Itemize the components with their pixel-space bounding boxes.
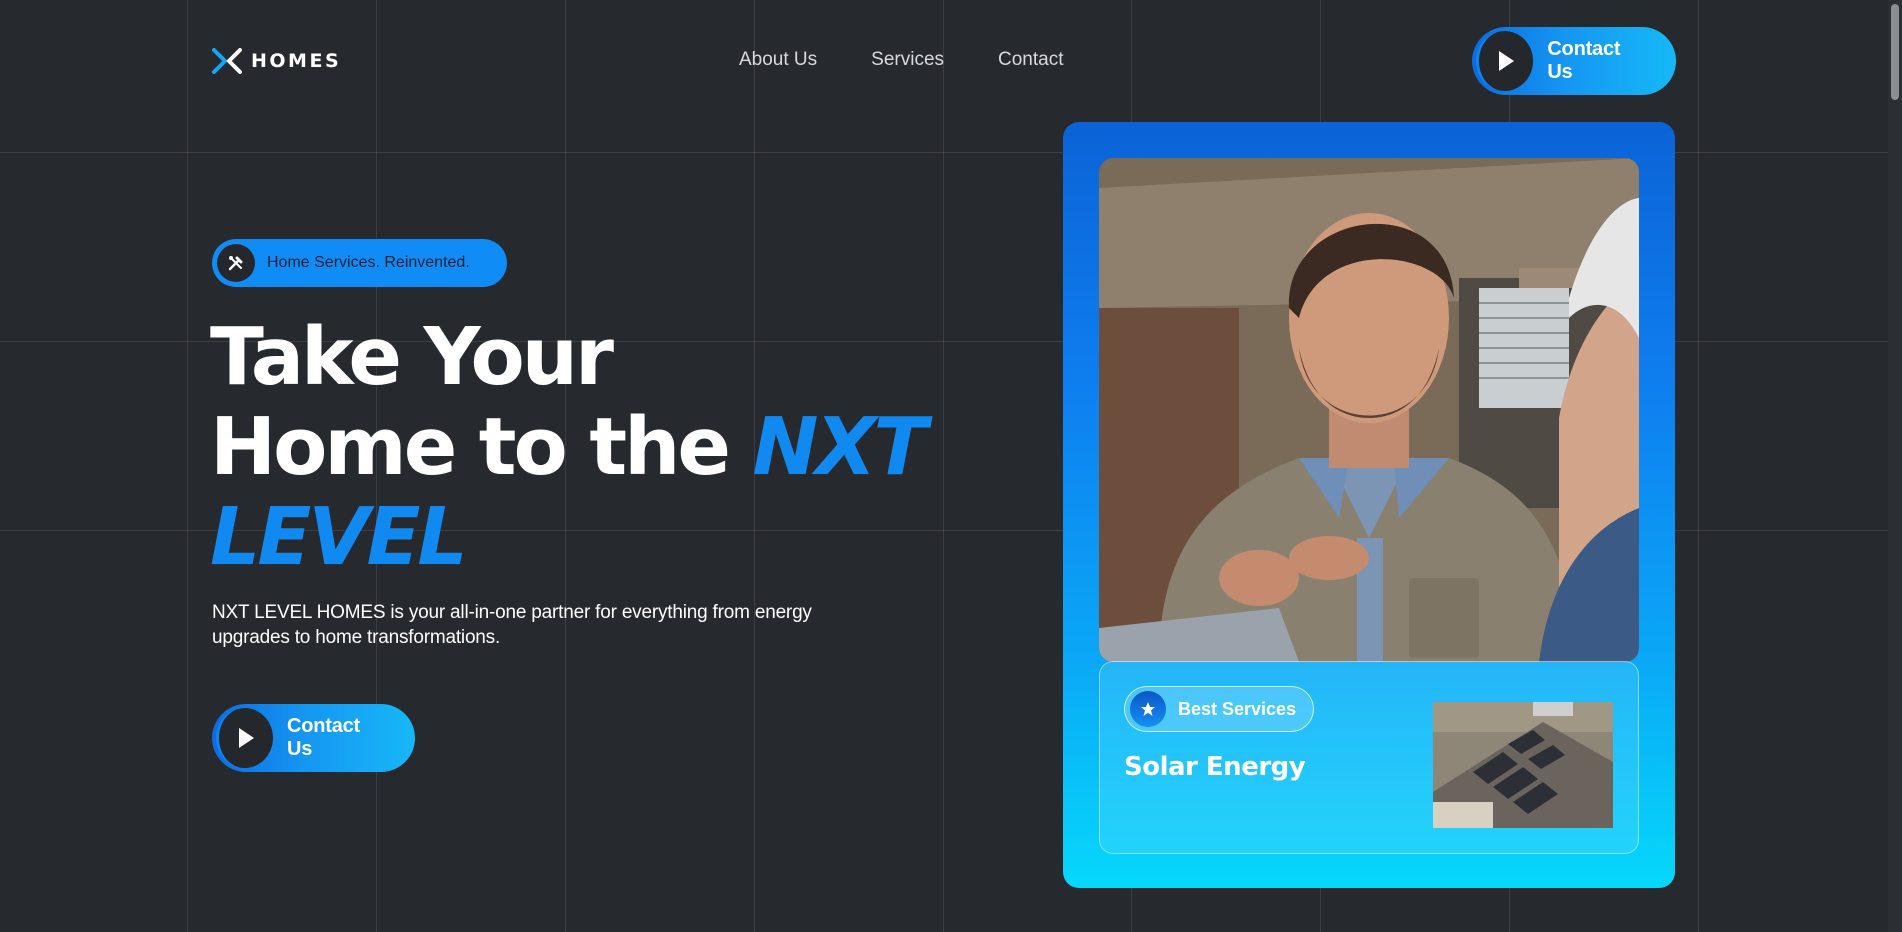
- nav-link-services[interactable]: Services: [871, 49, 944, 71]
- site-header: HOMES About Us Services Contact Contact …: [0, 0, 1902, 122]
- service-title: Solar Energy: [1124, 752, 1306, 782]
- header-contact-button[interactable]: Contact Us: [1472, 27, 1676, 95]
- hero-description: NXT LEVEL HOMES is your all-in-one partn…: [212, 602, 812, 648]
- main-nav: About Us Services Contact: [739, 49, 1064, 71]
- headline-accent-level: LEVEL: [210, 491, 468, 583]
- nav-link-contact[interactable]: Contact: [998, 49, 1063, 71]
- hero-contact-label: Contact Us: [286, 715, 360, 760]
- cursor-arrow-icon: [1476, 31, 1534, 91]
- hero-badge: Home Services. Reinvented.: [212, 239, 507, 287]
- hero-photo: [1099, 158, 1639, 662]
- headline-line-1: Take Your: [210, 311, 614, 403]
- headline-line-2: Home to the: [210, 401, 753, 493]
- hero-badge-text: Home Services. Reinvented.: [267, 254, 470, 271]
- nav-link-about-us[interactable]: About Us: [739, 49, 817, 71]
- cursor-arrow-icon: [216, 708, 273, 768]
- hero-contact-button[interactable]: Contact Us: [212, 704, 415, 772]
- best-services-label: Best Services: [1178, 698, 1297, 719]
- star-icon: [1130, 691, 1166, 727]
- scrollbar-thumb[interactable]: [1891, 4, 1899, 100]
- header-contact-label: Contact Us: [1547, 38, 1621, 83]
- brand-name: HOMES: [251, 50, 342, 72]
- headline-accent-nxt: NXT: [752, 401, 927, 493]
- brand-logo[interactable]: HOMES: [212, 48, 341, 74]
- service-info-panel: Best Services Solar Energy: [1099, 661, 1639, 854]
- page-scrollbar[interactable]: [1888, 0, 1902, 932]
- featured-service-card: Best Services Solar Energy: [1063, 122, 1675, 888]
- hero-headline: Take Your Home to the NXT LEVEL: [210, 311, 927, 583]
- tools-icon: [217, 244, 255, 282]
- x-arrow-logo-icon: [212, 48, 242, 74]
- best-services-tag: Best Services: [1124, 686, 1314, 732]
- solar-roof-thumbnail: [1433, 702, 1613, 828]
